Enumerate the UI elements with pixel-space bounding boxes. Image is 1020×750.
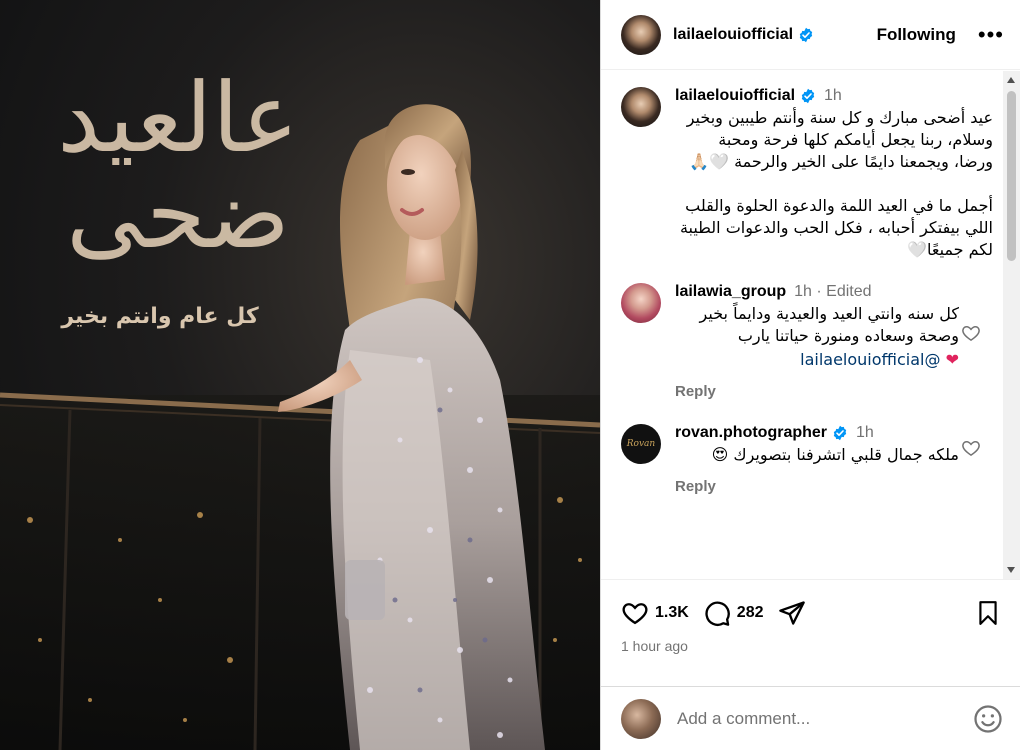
caption-avatar[interactable] (621, 87, 661, 127)
verified-badge-icon (801, 88, 815, 104)
comment-meta: 1h (856, 424, 874, 441)
posted-time[interactable]: 1 hour ago (601, 630, 1020, 654)
commenter-username[interactable]: lailawia_group (675, 283, 786, 301)
current-user-avatar (621, 698, 661, 739)
scrollbar-thumb[interactable] (1007, 91, 1016, 261)
comment-text: كل سنه وانتي العيد والعيدية ودايماً بخير… (699, 304, 959, 345)
comment-meta: 1h · Edited (794, 283, 872, 300)
heart-emoji: ❤ (945, 350, 959, 369)
more-options-icon[interactable]: ••• (978, 23, 1004, 46)
post-header: lailaelouiofficial Following ••• (601, 0, 1020, 70)
share-paper-plane-icon[interactable] (778, 599, 806, 627)
verified-badge-icon (799, 27, 813, 42)
save-bookmark-icon[interactable] (975, 599, 1001, 627)
post-caption: lailaelouiofficial 1h عيد أضحى مبارك و ك… (601, 71, 1020, 261)
scroll-up-arrow-icon[interactable] (1007, 77, 1015, 83)
comments-scrollbar[interactable] (1003, 71, 1020, 579)
owner-username[interactable]: lailaelouiofficial (673, 26, 793, 44)
caption-time[interactable]: 1h (824, 87, 842, 105)
comments-scroll-area[interactable]: lailaelouiofficial 1h عيد أضحى مبارك و ك… (601, 71, 1020, 579)
comment-bubble-icon[interactable] (703, 599, 731, 627)
comment-item: Rovan rovan.photographer 1h ملكه جمال قل… (601, 400, 1020, 495)
owner-avatar[interactable] (621, 14, 661, 55)
like-comment-heart-icon[interactable] (961, 438, 981, 458)
eid-calligraphy: عالعيد ضحى (57, 62, 302, 270)
like-comment-heart-icon[interactable] (961, 323, 981, 343)
reply-button[interactable]: Reply (675, 478, 1003, 495)
post-actions: 1.3K 282 1 hour ago (601, 579, 1020, 686)
comments-count[interactable]: 282 (737, 604, 764, 622)
commenter-avatar[interactable] (621, 283, 661, 323)
reply-button[interactable]: Reply (675, 383, 1003, 400)
commenter-avatar[interactable]: Rovan (621, 424, 661, 464)
photo-subtitle: كل عام وانتم بخير (61, 304, 259, 329)
commenter-username[interactable]: rovan.photographer (675, 424, 827, 442)
caption-paragraph-1: عيد أضحى مبارك و كل سنة وأنتم طيبين وبخي… (686, 108, 993, 171)
post-photo[interactable]: عالعيد ضحى كل عام وانتم بخير (0, 0, 600, 750)
likes-count[interactable]: 1.3K (655, 604, 689, 622)
scroll-down-arrow-icon[interactable] (1007, 567, 1015, 573)
post-detail-panel: lailaelouiofficial Following ••• lailael… (600, 0, 1020, 750)
caption-paragraph-2: أجمل ما في العيد اللمة والدعوة الحلوة وا… (679, 196, 993, 259)
like-heart-icon[interactable] (621, 599, 649, 627)
add-comment-input[interactable]: Add a comment... (677, 709, 973, 729)
comment-mention-line: ❤ @lailaelouiofficial (675, 349, 1003, 371)
avatar-logo-text: Rovan (626, 439, 656, 449)
verified-badge-icon (833, 425, 847, 441)
comment-item: lailawia_group 1h · Edited كل سنه وانتي … (601, 261, 1020, 400)
comment-text: ملكه جمال قلبي اتشرفنا بتصويرك 😍 (711, 445, 959, 464)
following-button[interactable]: Following (877, 25, 956, 45)
emoji-smiley-icon[interactable] (973, 704, 1003, 734)
caption-username[interactable]: lailaelouiofficial (675, 87, 795, 105)
add-comment-bar: Add a comment... (601, 686, 1020, 750)
comment-mention[interactable]: @lailaelouiofficial (800, 350, 940, 369)
